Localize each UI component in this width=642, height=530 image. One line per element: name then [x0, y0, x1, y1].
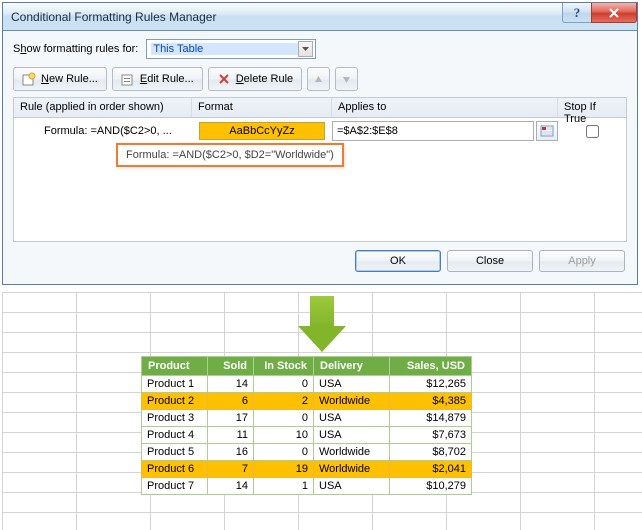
table-row[interactable]: Product 7141USA$10,279 [142, 478, 472, 495]
cell-sales: $7,673 [390, 427, 472, 444]
range-selector-button[interactable] [536, 121, 558, 141]
result-table: Product Sold In Stock Delivery Sales, US… [141, 356, 472, 495]
titlebar[interactable]: Conditional Formatting Rules Manager ? [3, 3, 637, 31]
cell-product: Product 1 [142, 376, 208, 393]
move-down-button[interactable] [335, 67, 358, 91]
cell-instock: 19 [254, 461, 314, 478]
th-product: Product [142, 357, 208, 376]
table-row[interactable]: Product 41110USA$7,673 [142, 427, 472, 444]
apply-button[interactable]: Apply [539, 250, 625, 272]
rule-row[interactable]: Formula: =AND($C2>0, ... AaBbCcYyZz [14, 118, 626, 144]
cell-sold: 11 [208, 427, 254, 444]
th-delivery: Delivery [314, 357, 390, 376]
edit-rule-label: Edit Rule... [140, 73, 194, 85]
cell-delivery: Worldwide [314, 461, 390, 478]
result-arrow-icon [298, 296, 346, 354]
delete-rule-icon [217, 72, 231, 86]
cell-instock: 2 [254, 393, 314, 410]
cell-delivery: Worldwide [314, 393, 390, 410]
show-rules-for-combo[interactable]: This Table [146, 39, 316, 59]
new-rule-button[interactable]: New Rule... [13, 67, 107, 91]
cell-instock: 0 [254, 410, 314, 427]
table-row[interactable]: Product 1140USA$12,265 [142, 376, 472, 393]
rules-list: Rule (applied in order shown) Format App… [13, 97, 627, 242]
cell-product: Product 4 [142, 427, 208, 444]
cell-product: Product 7 [142, 478, 208, 495]
new-rule-icon [22, 72, 36, 86]
applies-to-input[interactable] [332, 121, 534, 141]
conditional-formatting-dialog: Conditional Formatting Rules Manager ? S… [2, 2, 638, 285]
cell-sold: 14 [208, 478, 254, 495]
cell-sold: 16 [208, 444, 254, 461]
col-rule: Rule (applied in order shown) [14, 98, 192, 117]
cell-delivery: USA [314, 410, 390, 427]
cell-product: Product 3 [142, 410, 208, 427]
col-format: Format [192, 98, 332, 117]
cell-sales: $4,385 [390, 393, 472, 410]
cell-instock: 0 [254, 376, 314, 393]
cell-sales: $2,041 [390, 461, 472, 478]
cell-sales: $14,879 [390, 410, 472, 427]
th-sales: Sales, USD [390, 357, 472, 376]
cell-product: Product 6 [142, 461, 208, 478]
cell-product: Product 2 [142, 393, 208, 410]
ok-button[interactable]: OK [355, 250, 441, 272]
cell-instock: 0 [254, 444, 314, 461]
th-sold: Sold [208, 357, 254, 376]
table-row[interactable]: Product 6719Worldwide$2,041 [142, 461, 472, 478]
cell-delivery: USA [314, 478, 390, 495]
cell-product: Product 5 [142, 444, 208, 461]
new-rule-label: New Rule... [41, 73, 98, 85]
edit-rule-icon [121, 72, 135, 86]
col-stop: Stop If True [558, 98, 626, 117]
table-row[interactable]: Product 262Worldwide$4,385 [142, 393, 472, 410]
col-applies: Applies to [332, 98, 558, 117]
table-row[interactable]: Product 5160Worldwide$8,702 [142, 444, 472, 461]
cell-sold: 7 [208, 461, 254, 478]
cell-sold: 14 [208, 376, 254, 393]
cell-sales: $10,279 [390, 478, 472, 495]
move-up-button[interactable] [307, 67, 330, 91]
table-row[interactable]: Product 3170USA$14,879 [142, 410, 472, 427]
delete-rule-button[interactable]: Delete Rule [208, 67, 303, 91]
formula-tooltip: Formula: =AND($C2>0, $D2="Worldwide") [116, 143, 344, 167]
cell-delivery: USA [314, 427, 390, 444]
rule-formula-label: Formula: =AND($C2>0, ... [14, 125, 192, 137]
combo-value: This Table [151, 43, 298, 55]
show-rules-for-label: Show formatting rules for: [13, 43, 138, 55]
help-button[interactable]: ? [562, 3, 592, 23]
format-preview: AaBbCcYyZz [199, 122, 325, 140]
close-window-button[interactable] [591, 3, 637, 23]
chevron-down-icon[interactable] [298, 41, 313, 57]
cell-instock: 10 [254, 427, 314, 444]
dialog-title: Conditional Formatting Rules Manager [11, 10, 216, 24]
cell-sales: $8,702 [390, 444, 472, 461]
cell-sold: 17 [208, 410, 254, 427]
cell-delivery: USA [314, 376, 390, 393]
cell-instock: 1 [254, 478, 314, 495]
th-instock: In Stock [254, 357, 314, 376]
edit-rule-button[interactable]: Edit Rule... [112, 67, 203, 91]
cell-sold: 6 [208, 393, 254, 410]
stop-if-true-checkbox[interactable] [586, 125, 599, 138]
cell-sales: $12,265 [390, 376, 472, 393]
close-button[interactable]: Close [447, 250, 533, 272]
delete-rule-label: Delete Rule [236, 73, 294, 85]
cell-delivery: Worldwide [314, 444, 390, 461]
